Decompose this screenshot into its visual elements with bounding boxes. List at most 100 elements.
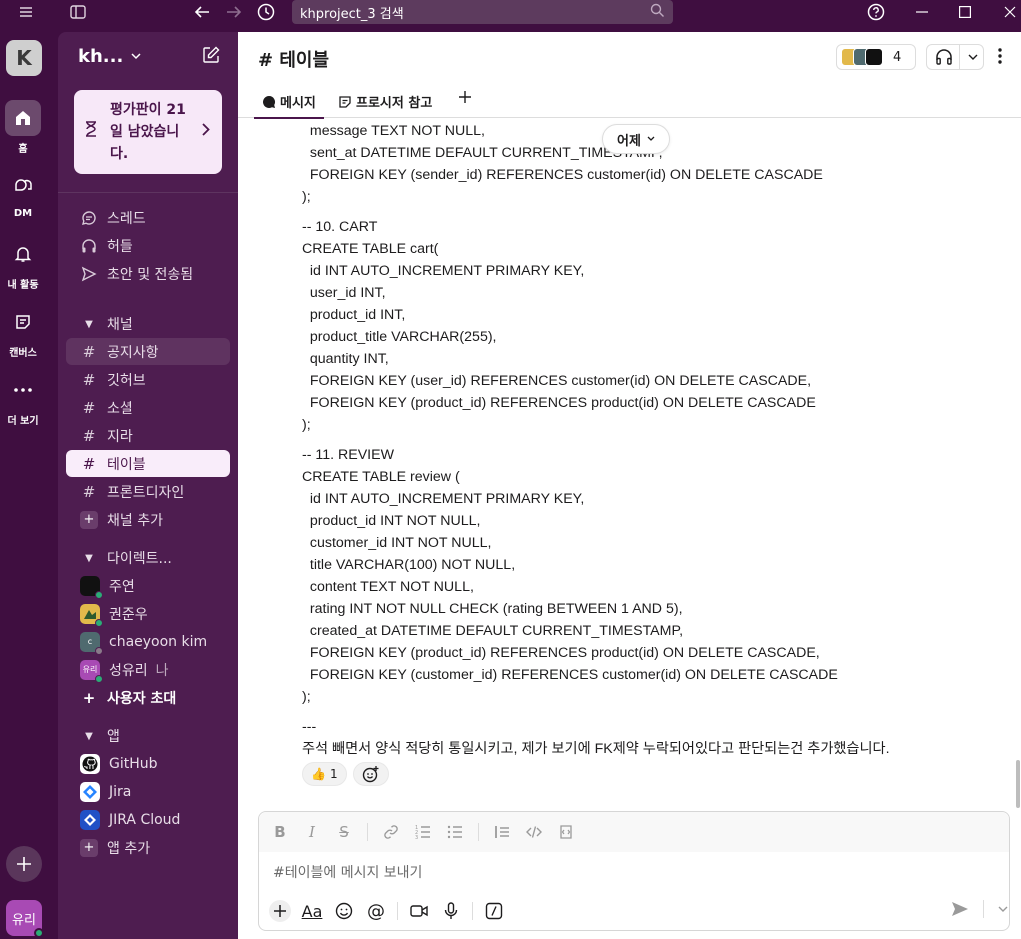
rail-more[interactable]: 더 보기: [0, 372, 46, 427]
toolbar-separator: [367, 823, 368, 841]
channel-title[interactable]: # 테이블: [258, 46, 329, 72]
add-emoji-icon: [362, 766, 379, 783]
headphones-icon: [80, 238, 98, 254]
chevron-down-icon[interactable]: [998, 906, 1008, 913]
slash-command-icon[interactable]: [483, 900, 505, 922]
sidebar-item-channel[interactable]: # 소셜: [66, 394, 230, 421]
tab-messages-label: 메시지: [280, 96, 316, 111]
members-button[interactable]: 4: [836, 44, 916, 70]
sidebar-item-drafts[interactable]: 초안 및 전송됨: [66, 260, 230, 287]
strikethrough-icon[interactable]: S: [335, 823, 353, 841]
dm-section-header[interactable]: ▼ 다이렉트...: [66, 546, 172, 570]
compose-icon[interactable]: [202, 46, 220, 68]
ordered-list-icon[interactable]: 123: [414, 823, 432, 841]
code-icon[interactable]: [525, 823, 543, 841]
sidebar-item-channel[interactable]: # 공지사항: [66, 338, 230, 365]
sidebar-item-channel[interactable]: # 지라: [66, 422, 230, 449]
caret-down-icon: ▼: [85, 730, 93, 742]
workspace-name-button[interactable]: kh...: [78, 46, 141, 67]
apps-section-header[interactable]: ▼ 앱: [66, 724, 120, 748]
sidebar-item-dm[interactable]: 권준우: [66, 600, 230, 627]
channels-section-header[interactable]: ▼ 채널: [66, 312, 133, 336]
blockquote-icon[interactable]: [493, 823, 511, 841]
sidebar-item-channel[interactable]: # 깃허브: [66, 366, 230, 393]
sidebar-item-app[interactable]: JIRA Cloud: [66, 806, 230, 833]
hash-icon: #: [82, 482, 96, 501]
user-avatar[interactable]: 유리: [6, 900, 44, 938]
hash-icon: #: [82, 398, 96, 417]
emoji-icon[interactable]: [333, 900, 355, 922]
rail-activity[interactable]: 내 활동: [0, 236, 46, 291]
close-icon[interactable]: [998, 0, 1021, 24]
add-app-button[interactable]: + 앱 추가: [66, 834, 230, 861]
history-icon[interactable]: [254, 0, 278, 24]
caret-down-icon: ▼: [85, 318, 93, 330]
jira-cloud-icon: [80, 809, 100, 830]
reactions-row: 👍 1: [302, 762, 389, 786]
sidebar-item-dm-self[interactable]: 유리 성유리 나: [66, 656, 230, 683]
message-line: rating INT NOT NULL CHECK (rating BETWEE…: [302, 601, 683, 617]
message-line: product_id INT,: [302, 307, 406, 323]
app-name: JIRA Cloud: [109, 811, 181, 828]
user-avatar-label: 유리: [12, 912, 36, 928]
search-icon: [650, 3, 665, 22]
message-input[interactable]: #테이블에 메시지 보내기: [273, 862, 422, 882]
title-bar: khproject_3 검색: [0, 0, 1021, 24]
tab-procedure-ref[interactable]: 프로시저 참고: [338, 92, 432, 111]
plus-icon[interactable]: [269, 900, 291, 922]
link-icon[interactable]: [382, 823, 400, 841]
help-icon[interactable]: [864, 0, 888, 24]
chevron-down-icon[interactable]: [968, 54, 978, 61]
minimize-icon[interactable]: [910, 0, 934, 24]
search-input[interactable]: khproject_3 검색: [292, 0, 673, 24]
sidebar-item-huddles[interactable]: 허들: [66, 232, 230, 259]
microphone-icon[interactable]: [440, 900, 462, 922]
sidebar-item-app[interactable]: Jira: [66, 778, 230, 805]
sidebar-item-app[interactable]: GitHub: [66, 750, 230, 777]
mention-icon[interactable]: @: [365, 900, 387, 922]
add-workspace-button[interactable]: [6, 846, 42, 882]
message-line: -- 11. REVIEW: [302, 447, 394, 463]
code-block-icon[interactable]: [557, 823, 575, 841]
sidebar-item-huddles-label: 허들: [107, 238, 133, 255]
toolbar-separator: [397, 902, 398, 920]
trial-banner[interactable]: 평가판이 21일 남았습니다.: [74, 90, 222, 174]
rail-home[interactable]: 홈: [0, 100, 46, 155]
forward-arrow-icon[interactable]: [222, 0, 246, 24]
bold-icon[interactable]: B: [271, 823, 289, 841]
caret-down-icon: ▼: [85, 552, 93, 564]
bulleted-list-icon[interactable]: [446, 823, 464, 841]
add-tab-button[interactable]: [458, 90, 472, 104]
menu-icon[interactable]: [14, 0, 38, 24]
tab-messages[interactable]: 메시지: [254, 92, 324, 119]
huddle-button[interactable]: [926, 44, 984, 70]
more-vertical-icon[interactable]: [998, 48, 1002, 68]
svg-text:3: 3: [415, 835, 418, 840]
sidebar-item-threads[interactable]: 스레드: [66, 204, 230, 231]
sidebar-item-channel-selected[interactable]: # 테이블: [66, 450, 230, 477]
add-reaction-button[interactable]: [352, 762, 389, 786]
chevron-right-icon: [202, 121, 210, 143]
scrollbar-thumb[interactable]: [1016, 760, 1020, 808]
video-icon[interactable]: [408, 900, 430, 922]
reaction-thumbs-up[interactable]: 👍 1: [302, 762, 347, 786]
date-divider[interactable]: 어제: [602, 124, 670, 154]
send-icon[interactable]: [951, 901, 969, 917]
workspace-switcher[interactable]: K: [6, 40, 42, 76]
rail-dm[interactable]: DM: [0, 168, 46, 219]
add-channel-button[interactable]: + 채널 추가: [66, 506, 230, 533]
text-format-icon[interactable]: Aa: [301, 900, 323, 922]
sidebar-item-dm[interactable]: 주연: [66, 572, 230, 599]
message-line: );: [302, 189, 311, 205]
maximize-icon[interactable]: [953, 0, 977, 24]
channel-name: 테이블: [107, 456, 146, 473]
italic-icon[interactable]: I: [303, 823, 321, 841]
sidebar-toggle-icon[interactable]: [66, 0, 90, 24]
sidebar-item-channel[interactable]: # 프론트디자인: [66, 478, 230, 505]
trial-banner-text: 평가판이 21일 남았습니다.: [110, 102, 186, 162]
rail-canvas[interactable]: 캔버스: [0, 304, 46, 359]
back-arrow-icon[interactable]: [190, 0, 214, 24]
sidebar-item-dm[interactable]: c chaeyoon kim: [66, 628, 230, 655]
invite-people-button[interactable]: + 사용자 초대: [66, 684, 230, 711]
rail-more-label: 더 보기: [7, 416, 39, 427]
